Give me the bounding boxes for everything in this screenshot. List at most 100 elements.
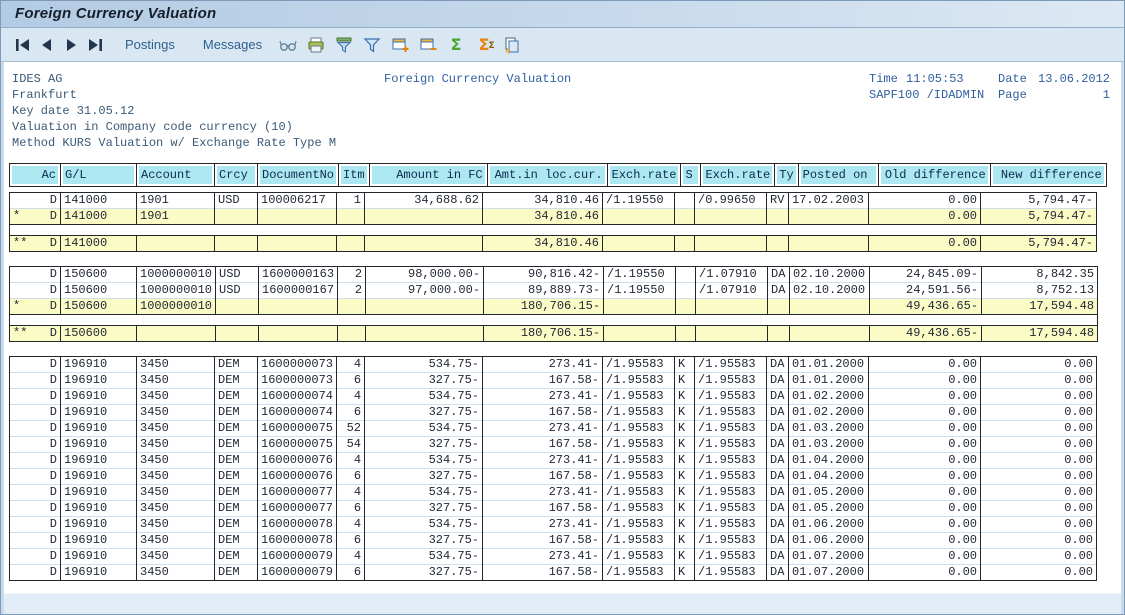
- cell-rate2[interactable]: /1.95583: [695, 533, 767, 549]
- detail-row[interactable]: D1969103450DEM16000000764534.75-273.41-/…: [10, 453, 1097, 469]
- cell-doc[interactable]: 1600000074: [258, 389, 337, 405]
- cell-itm[interactable]: 52: [337, 421, 365, 437]
- cell-posted[interactable]: 01.06.2000: [789, 517, 869, 533]
- cell-rate2[interactable]: [696, 299, 768, 315]
- cell-s[interactable]: K: [675, 405, 695, 421]
- cell-s[interactable]: K: [675, 389, 695, 405]
- cell-rate1[interactable]: /1.95583: [603, 421, 675, 437]
- cell-lc[interactable]: 167.58-: [483, 469, 603, 485]
- cell-account[interactable]: 1000000010: [137, 267, 216, 283]
- cell-ac[interactable]: D: [10, 565, 61, 581]
- cell-old[interactable]: 49,436.65-: [870, 299, 982, 315]
- total-row[interactable]: **D14100034,810.460.005,794.47-: [10, 236, 1097, 252]
- cell-rate2[interactable]: /1.95583: [695, 373, 767, 389]
- cell-rate2[interactable]: /1.95583: [695, 357, 767, 373]
- cell-fc[interactable]: 534.75-: [365, 517, 483, 533]
- sort-button[interactable]: [332, 33, 356, 57]
- cell-crcy[interactable]: DEM: [215, 453, 258, 469]
- detail-row[interactable]: D1969103450DEM16000000784534.75-273.41-/…: [10, 517, 1097, 533]
- cell-gl[interactable]: 196910: [61, 517, 137, 533]
- cell-crcy[interactable]: DEM: [215, 437, 258, 453]
- cell-ac[interactable]: **D: [10, 236, 61, 252]
- cell-old[interactable]: 49,436.65-: [870, 326, 982, 342]
- cell-ac[interactable]: D: [10, 517, 61, 533]
- cell-crcy[interactable]: DEM: [215, 405, 258, 421]
- cell-gl[interactable]: 150600: [61, 299, 137, 315]
- cell-rate1[interactable]: /1.95583: [603, 405, 675, 421]
- next-page-button[interactable]: [59, 34, 83, 56]
- subtotal-row[interactable]: *D1506001000000010180,706.15-49,436.65-1…: [10, 299, 1098, 315]
- cell-fc[interactable]: 534.75-: [365, 357, 483, 373]
- cell-crcy[interactable]: DEM: [215, 469, 258, 485]
- cell-account[interactable]: [137, 236, 215, 252]
- subtotal-button[interactable]: ΣΣ: [472, 33, 496, 57]
- messages-button[interactable]: Messages: [193, 35, 272, 54]
- cell-rate2[interactable]: [696, 326, 768, 342]
- cell-ac[interactable]: D: [10, 193, 61, 209]
- cell-s[interactable]: K: [675, 501, 695, 517]
- cell-itm[interactable]: 54: [337, 437, 365, 453]
- cell-new[interactable]: 0.00: [981, 485, 1097, 501]
- cell-lc[interactable]: 89,889.73-: [484, 283, 604, 299]
- cell-lc[interactable]: 90,816.42-: [484, 267, 604, 283]
- cell-itm[interactable]: [337, 236, 365, 252]
- cell-s[interactable]: K: [675, 437, 695, 453]
- cell-new[interactable]: 0.00: [981, 453, 1097, 469]
- cell-old[interactable]: 0.00: [869, 421, 981, 437]
- cell-account[interactable]: 1000000010: [137, 283, 216, 299]
- cell-gl[interactable]: 150600: [61, 283, 137, 299]
- detail-row[interactable]: D1969103450DEM160000007554327.75-167.58-…: [10, 437, 1097, 453]
- cell-gl[interactable]: 196910: [61, 405, 137, 421]
- cell-ac[interactable]: D: [10, 533, 61, 549]
- cell-old[interactable]: 24,591.56-: [870, 283, 982, 299]
- cell-old[interactable]: 0.00: [869, 209, 981, 225]
- cell-new[interactable]: 0.00: [981, 549, 1097, 565]
- column-header-gl[interactable]: G/L: [61, 164, 137, 187]
- cell-s[interactable]: [676, 326, 696, 342]
- cell-crcy[interactable]: DEM: [215, 549, 258, 565]
- cell-s[interactable]: K: [675, 485, 695, 501]
- cell-new[interactable]: 0.00: [981, 501, 1097, 517]
- cell-crcy[interactable]: DEM: [215, 357, 258, 373]
- cell-gl[interactable]: 150600: [61, 326, 137, 342]
- cell-crcy[interactable]: DEM: [215, 533, 258, 549]
- cell-ty[interactable]: DA: [768, 283, 790, 299]
- subtotal-row[interactable]: *D141000190134,810.460.005,794.47-: [10, 209, 1097, 225]
- cell-doc[interactable]: 1600000076: [258, 453, 337, 469]
- cell-ty[interactable]: [767, 209, 789, 225]
- cell-ac[interactable]: D: [10, 389, 61, 405]
- cell-rate2[interactable]: /1.95583: [695, 453, 767, 469]
- cell-lc[interactable]: 34,810.46: [483, 193, 603, 209]
- column-header-itm[interactable]: Itm: [339, 164, 370, 187]
- detail-row[interactable]: D1969103450DEM16000000786327.75-167.58-/…: [10, 533, 1097, 549]
- cell-posted[interactable]: 02.10.2000: [790, 267, 870, 283]
- cell-itm[interactable]: 4: [337, 549, 365, 565]
- cell-new[interactable]: 0.00: [981, 389, 1097, 405]
- cell-itm[interactable]: 4: [337, 389, 365, 405]
- cell-posted[interactable]: [789, 209, 869, 225]
- cell-posted[interactable]: [789, 236, 869, 252]
- cell-old[interactable]: 0.00: [869, 533, 981, 549]
- cell-new[interactable]: 17,594.48: [982, 326, 1098, 342]
- cell-doc[interactable]: 100006217: [258, 193, 337, 209]
- cell-rate1[interactable]: [604, 299, 676, 315]
- cell-rate1[interactable]: /1.95583: [603, 453, 675, 469]
- cell-old[interactable]: 0.00: [869, 193, 981, 209]
- detail-row[interactable]: D1410001901USD100006217134,688.6234,810.…: [10, 193, 1097, 209]
- cell-itm[interactable]: [338, 326, 366, 342]
- cell-fc[interactable]: [366, 299, 484, 315]
- cell-rate1[interactable]: /1.95583: [603, 501, 675, 517]
- cell-fc[interactable]: 327.75-: [365, 501, 483, 517]
- column-header-fc[interactable]: Amount in FC: [369, 164, 487, 187]
- cell-doc[interactable]: 1600000078: [258, 533, 337, 549]
- cell-fc[interactable]: 327.75-: [365, 437, 483, 453]
- cell-ac[interactable]: D: [10, 469, 61, 485]
- column-header-doc[interactable]: DocumentNo: [258, 164, 339, 187]
- cell-rate1[interactable]: [603, 236, 675, 252]
- cell-ac[interactable]: D: [10, 421, 61, 437]
- cell-ty[interactable]: DA: [767, 533, 789, 549]
- cell-s[interactable]: K: [675, 469, 695, 485]
- detail-row[interactable]: D1969103450DEM16000000736327.75-167.58-/…: [10, 373, 1097, 389]
- cell-rate2[interactable]: /1.95583: [695, 421, 767, 437]
- cell-fc[interactable]: 534.75-: [365, 485, 483, 501]
